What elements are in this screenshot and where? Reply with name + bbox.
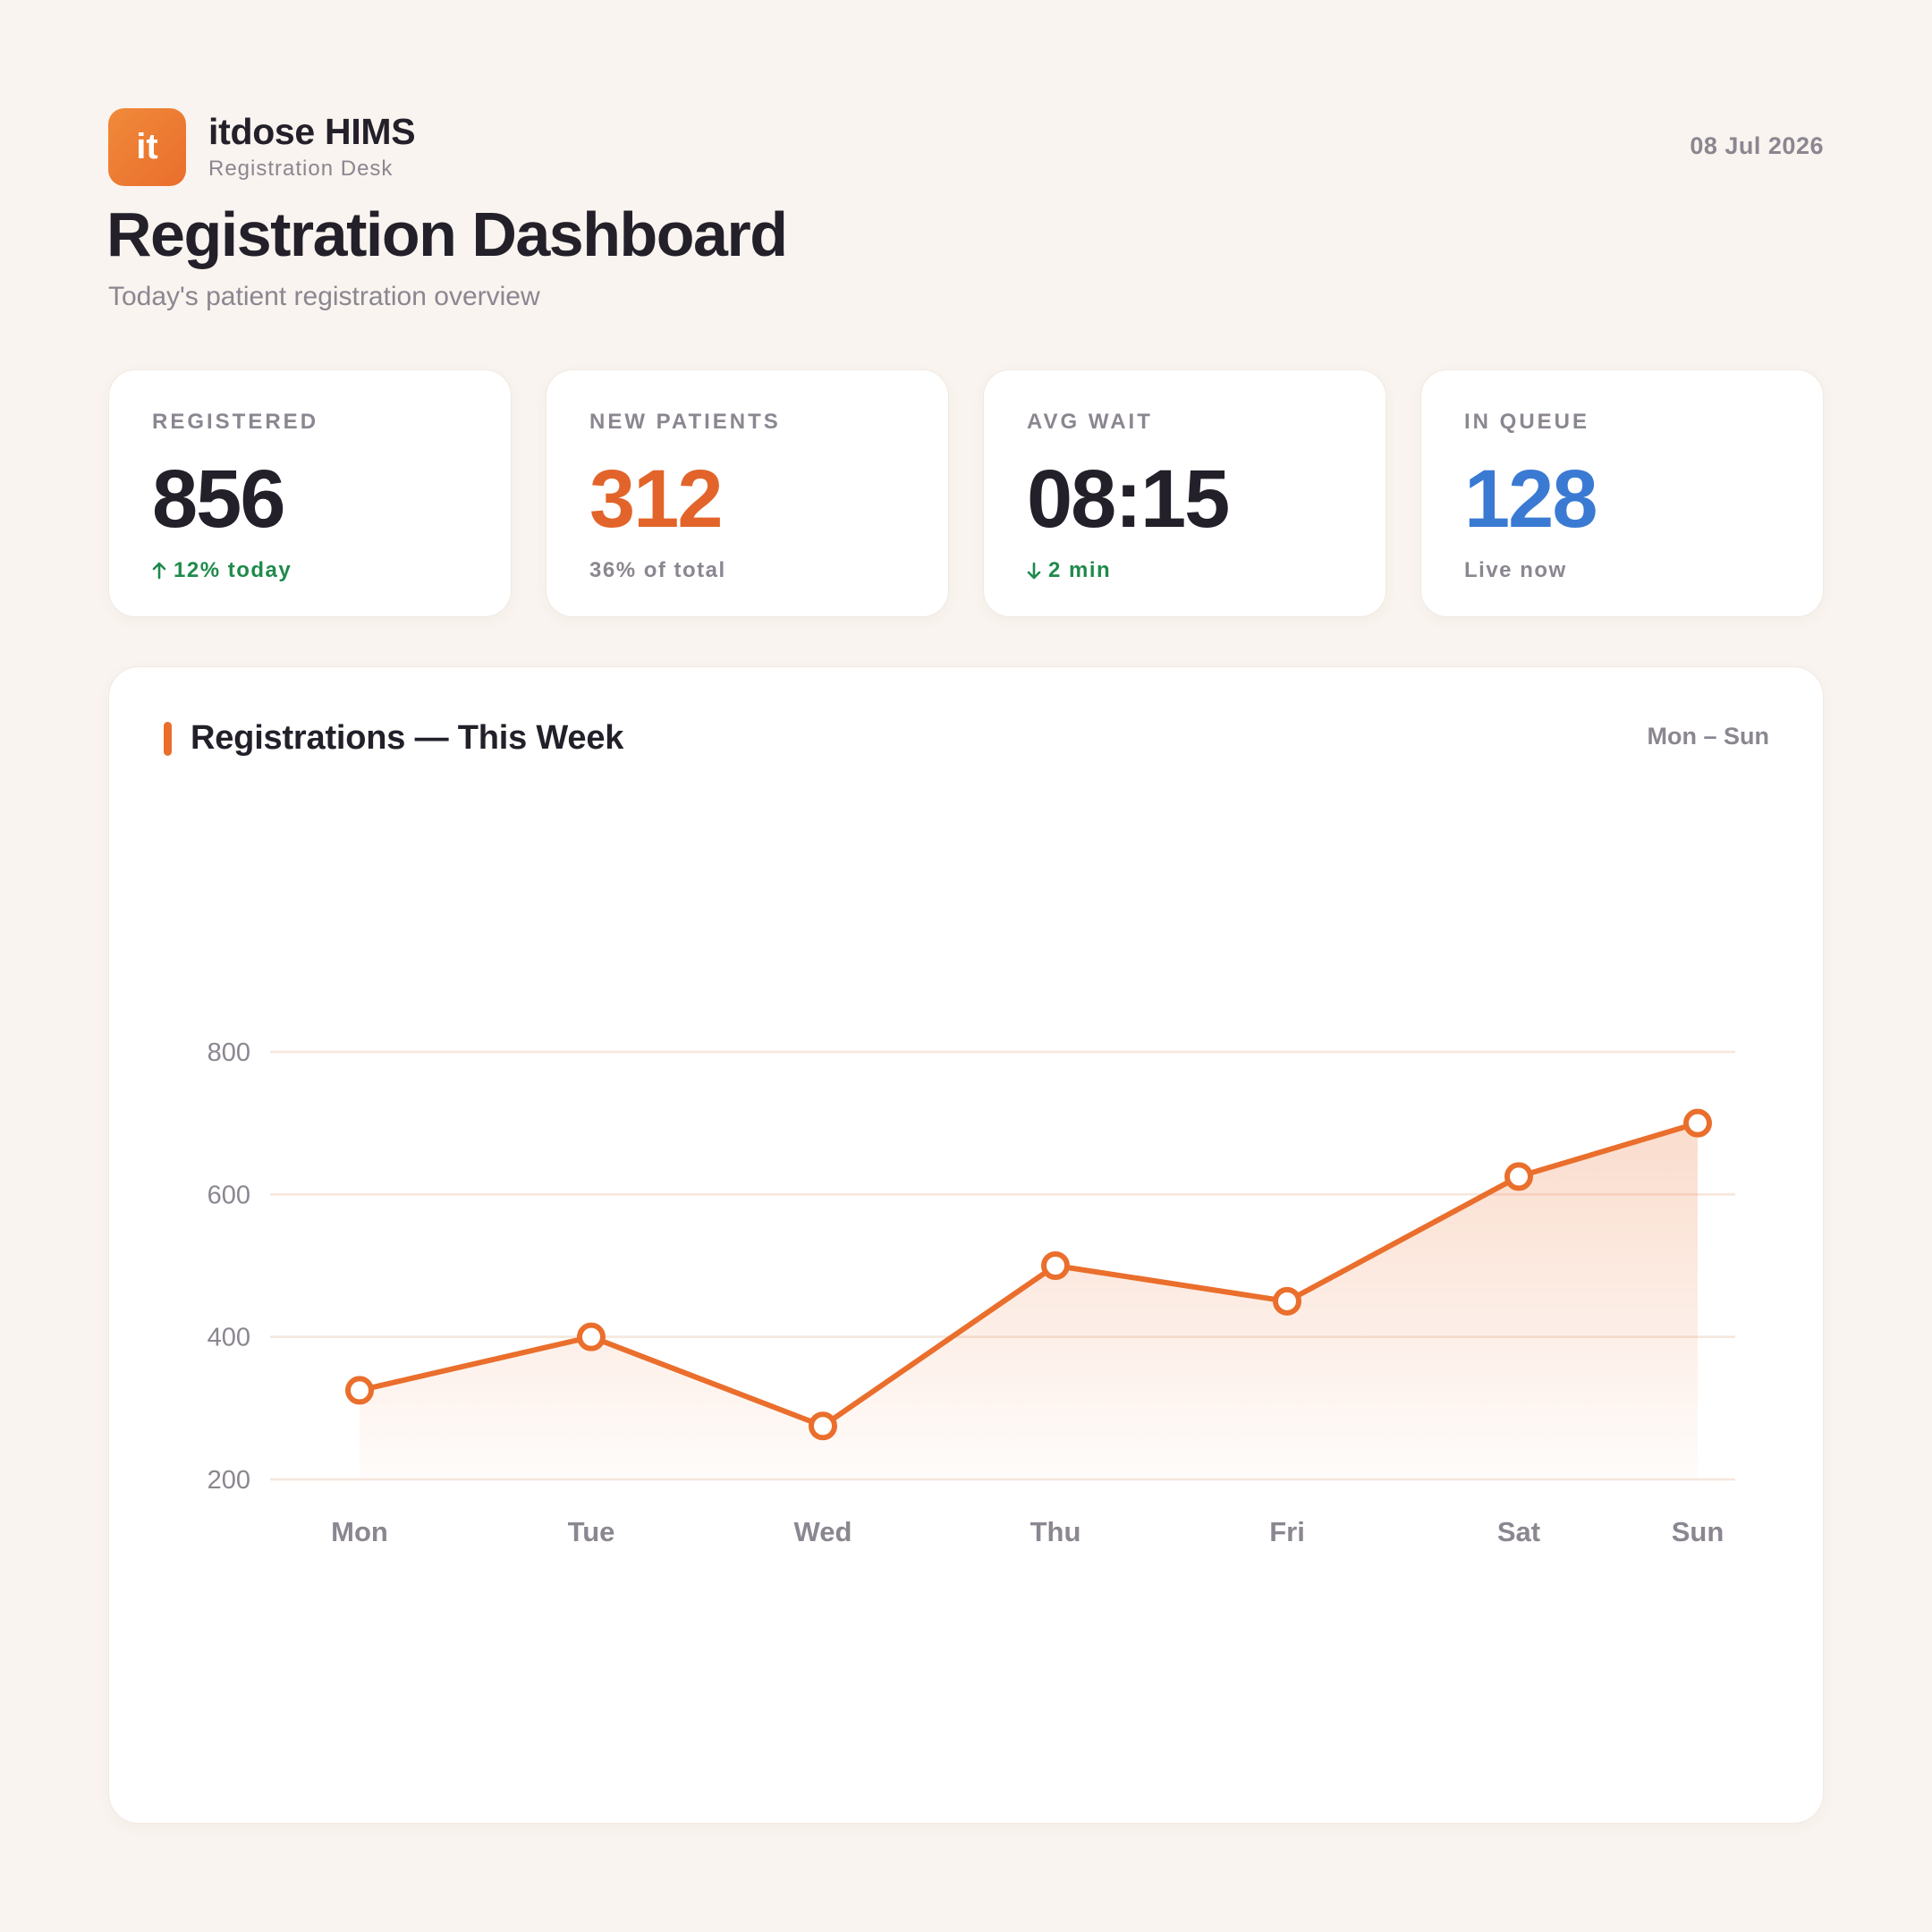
app-logo: it bbox=[108, 108, 186, 186]
y-tick-label: 800 bbox=[208, 1038, 250, 1067]
area-fill bbox=[360, 1123, 1698, 1479]
stat-trend-text: 2 min bbox=[1048, 558, 1112, 582]
data-point-thu bbox=[1041, 1251, 1070, 1280]
data-point-fri bbox=[1273, 1286, 1301, 1316]
stat-trend-text: 36% of total bbox=[589, 558, 726, 582]
stat-label: REGISTERED bbox=[152, 410, 319, 434]
data-point-wed bbox=[809, 1411, 837, 1441]
stat-trend: 12% today bbox=[152, 558, 468, 583]
stat-trend-text: Live now bbox=[1464, 558, 1567, 582]
stat-label: IN QUEUE bbox=[1464, 410, 1590, 434]
stat-trend: 2 min bbox=[1027, 558, 1343, 583]
current-date: 08 Jul 2026 bbox=[1690, 132, 1824, 159]
stat-trend: 36% of total bbox=[589, 558, 905, 583]
x-tick-label: Wed bbox=[794, 1516, 852, 1547]
app-name: itdose HIMS bbox=[208, 111, 416, 153]
stat-label: AVG WAIT bbox=[1027, 410, 1153, 434]
x-tick-label: Sat bbox=[1497, 1516, 1540, 1547]
brand-text: itdose HIMS Registration Desk bbox=[208, 111, 416, 181]
stat-value: 312 bbox=[589, 453, 724, 545]
registrations-line-chart: 200 400 600 800 Mon Tue Wed Thu Fri Sat Sun bbox=[208, 1038, 1735, 1547]
stat-value: 128 bbox=[1464, 453, 1598, 545]
dashboard-page: it itdose HIMS Registration Desk 08 Jul … bbox=[0, 0, 1932, 1932]
page-subtitle: Today's patient registration overview bbox=[108, 282, 540, 311]
stat-label: NEW PATIENTS bbox=[589, 410, 781, 434]
y-tick-label: 400 bbox=[208, 1324, 250, 1352]
stat-card-new-patients[interactable]: NEW PATIENTS 312 36% of total bbox=[546, 369, 949, 617]
arrow-down-icon bbox=[1027, 562, 1041, 580]
registrations-chart-panel: Registrations — This Week Mon – Sun 200 4… bbox=[108, 666, 1824, 1824]
brand: it itdose HIMS Registration Desk bbox=[108, 108, 416, 186]
stat-card-registered[interactable]: REGISTERED 856 12% today bbox=[108, 369, 512, 617]
data-point-tue bbox=[577, 1322, 606, 1352]
arrow-up-icon bbox=[152, 562, 166, 580]
page-title: Registration Dashboard bbox=[106, 199, 788, 269]
y-tick-label: 200 bbox=[208, 1466, 250, 1495]
x-tick-label: Fri bbox=[1269, 1516, 1305, 1547]
stat-value: 08:15 bbox=[1027, 453, 1230, 545]
app-subtitle: Registration Desk bbox=[208, 156, 394, 181]
stat-card-avg-wait[interactable]: AVG WAIT 08:15 2 min bbox=[983, 369, 1386, 617]
data-point-sat bbox=[1504, 1162, 1533, 1191]
stat-card-in-queue[interactable]: IN QUEUE 128 Live now bbox=[1420, 369, 1824, 617]
x-tick-label: Mon bbox=[331, 1516, 388, 1547]
x-tick-label: Tue bbox=[568, 1516, 615, 1547]
x-tick-label: Thu bbox=[1030, 1516, 1081, 1547]
stat-trend: Live now bbox=[1464, 558, 1780, 583]
data-point-mon bbox=[345, 1376, 374, 1405]
y-tick-label: 600 bbox=[208, 1181, 250, 1209]
data-point-sun bbox=[1683, 1108, 1712, 1138]
stat-cards: REGISTERED 856 12% today NEW PATIENTS 31… bbox=[108, 369, 1824, 617]
stat-trend-text: 12% today bbox=[174, 558, 292, 582]
stat-value: 856 bbox=[152, 453, 286, 545]
x-tick-label: Sun bbox=[1672, 1516, 1724, 1547]
